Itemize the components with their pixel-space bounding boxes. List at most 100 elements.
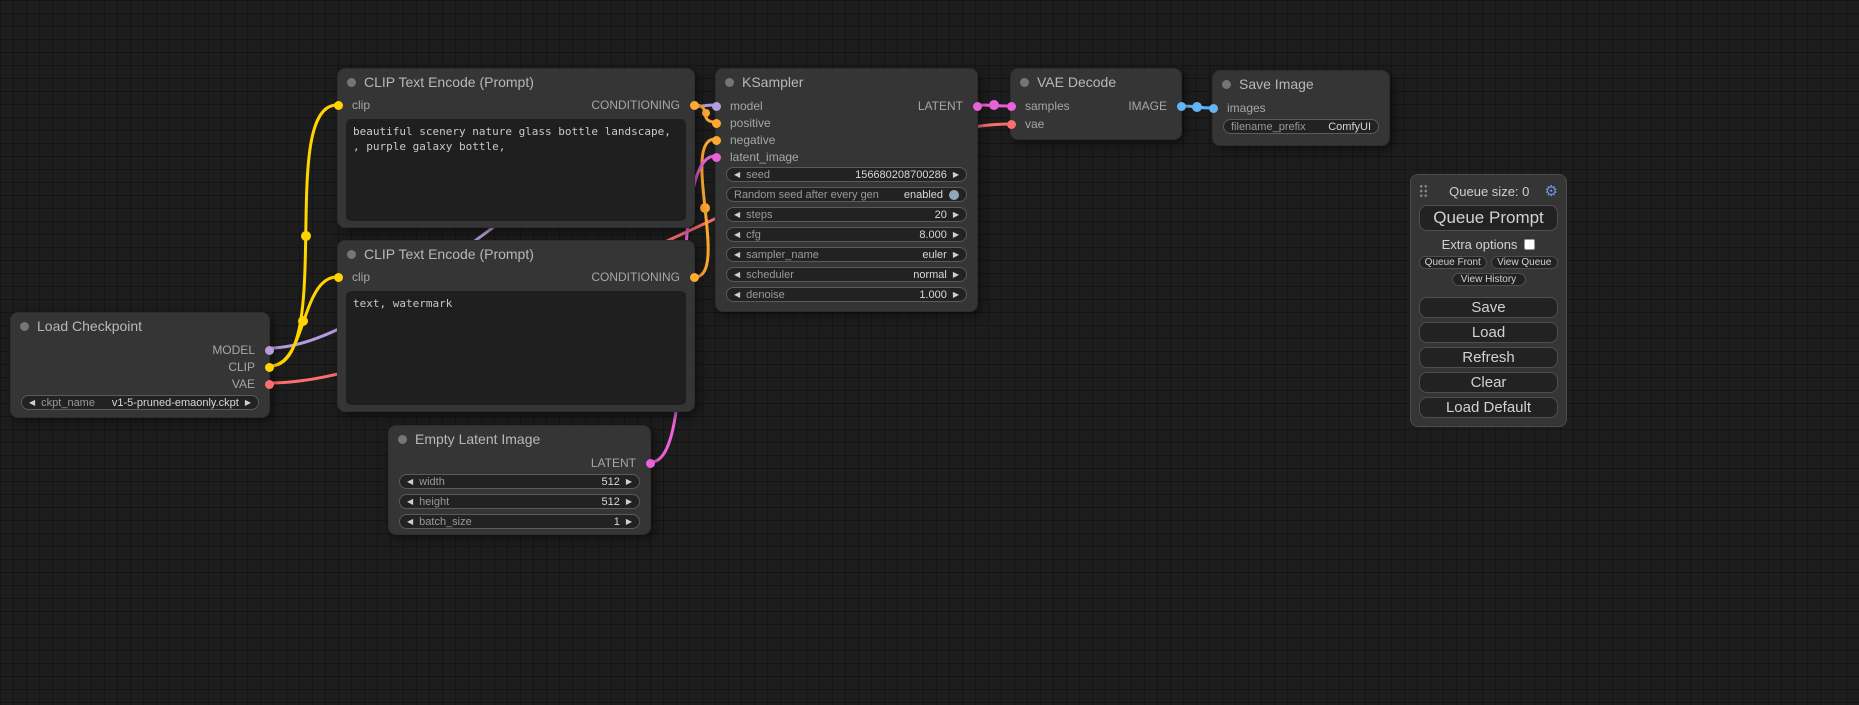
widget-value: 8.000 <box>919 229 947 241</box>
sampler-name-widget[interactable]: ◀ sampler_name euler ▶ <box>726 247 967 262</box>
save-button[interactable]: Save <box>1419 297 1558 318</box>
node-title-bar[interactable]: CLIP Text Encode (Prompt) <box>338 69 694 95</box>
view-history-button[interactable]: View History <box>1452 273 1526 286</box>
output-dot-latent[interactable] <box>646 459 655 468</box>
filename-prefix-widget[interactable]: filename_prefix ComfyUI <box>1223 119 1379 134</box>
slot-label: images <box>1213 101 1266 115</box>
input-dot-model[interactable] <box>712 102 721 111</box>
slot-label: LATENT <box>591 456 650 470</box>
widget-value: normal <box>913 269 947 281</box>
node-title-bar[interactable]: KSampler <box>716 69 977 95</box>
increment-arrow-icon[interactable]: ▶ <box>953 271 959 279</box>
seed-widget[interactable]: ◀ seed 156680208700286 ▶ <box>726 167 967 182</box>
collapse-dot-icon[interactable] <box>725 78 734 87</box>
collapse-dot-icon[interactable] <box>20 322 29 331</box>
extra-options-checkbox[interactable] <box>1524 239 1535 250</box>
input-dot-latent-image[interactable] <box>712 153 721 162</box>
drag-handle-icon[interactable] <box>1419 184 1429 198</box>
output-dot-clip[interactable] <box>265 363 274 372</box>
view-queue-button[interactable]: View Queue <box>1491 256 1559 269</box>
decrement-arrow-icon[interactable]: ◀ <box>29 399 35 407</box>
output-dot-vae[interactable] <box>265 380 274 389</box>
link-midpoint-dot <box>301 231 311 241</box>
decrement-arrow-icon[interactable]: ◀ <box>734 251 740 259</box>
cfg-widget[interactable]: ◀ cfg 8.000 ▶ <box>726 227 967 242</box>
input-dot-vae[interactable] <box>1007 120 1016 129</box>
random-seed-toggle-widget[interactable]: Random seed after every gen enabled <box>726 187 967 202</box>
node-title: CLIP Text Encode (Prompt) <box>364 74 534 90</box>
input-dot-clip[interactable] <box>334 101 343 110</box>
input-dot-positive[interactable] <box>712 119 721 128</box>
collapse-dot-icon[interactable] <box>1222 80 1231 89</box>
refresh-button[interactable]: Refresh <box>1419 347 1558 368</box>
increment-arrow-icon[interactable]: ▶ <box>626 518 632 526</box>
comfy-menu[interactable]: Queue size: 0 ⚙ Queue Prompt Extra optio… <box>1410 174 1567 427</box>
height-widget[interactable]: ◀ height 512 ▶ <box>399 494 640 509</box>
decrement-arrow-icon[interactable]: ◀ <box>734 271 740 279</box>
output-dot-image[interactable] <box>1177 102 1186 111</box>
queue-size-label: Queue size: 0 <box>1434 184 1545 199</box>
decrement-arrow-icon[interactable]: ◀ <box>734 291 740 299</box>
decrement-arrow-icon[interactable]: ◀ <box>734 231 740 239</box>
increment-arrow-icon[interactable]: ▶ <box>953 231 959 239</box>
prompt-textarea[interactable]: text, watermark <box>346 291 686 405</box>
node-empty-latent-image[interactable]: Empty Latent Image LATENT ◀ width 512 ▶ … <box>388 425 651 535</box>
increment-arrow-icon[interactable]: ▶ <box>245 399 251 407</box>
settings-gear-icon[interactable]: ⚙ <box>1545 184 1558 199</box>
queue-front-button[interactable]: Queue Front <box>1419 256 1487 269</box>
graph-canvas[interactable]: Load Checkpoint MODEL CLIP VAE ◀ ckpt_na… <box>0 0 1859 705</box>
ckpt-name-widget[interactable]: ◀ ckpt_name v1-5-pruned-emaonly.ckpt ▶ <box>21 395 259 410</box>
prompt-textarea[interactable]: beautiful scenery nature glass bottle la… <box>346 119 686 221</box>
queue-prompt-button[interactable]: Queue Prompt <box>1419 205 1558 231</box>
collapse-dot-icon[interactable] <box>347 250 356 259</box>
node-title-bar[interactable]: CLIP Text Encode (Prompt) <box>338 241 694 267</box>
node-ksampler[interactable]: KSampler model LATENT positive negative … <box>715 68 978 312</box>
increment-arrow-icon[interactable]: ▶ <box>626 478 632 486</box>
denoise-widget[interactable]: ◀ denoise 1.000 ▶ <box>726 287 967 302</box>
increment-arrow-icon[interactable]: ▶ <box>953 251 959 259</box>
node-clip-text-encode-negative[interactable]: CLIP Text Encode (Prompt) clip CONDITION… <box>337 240 695 412</box>
steps-widget[interactable]: ◀ steps 20 ▶ <box>726 207 967 222</box>
input-dot-clip[interactable] <box>334 273 343 282</box>
clear-button[interactable]: Clear <box>1419 372 1558 393</box>
output-dot-model[interactable] <box>265 346 274 355</box>
node-title-bar[interactable]: Load Checkpoint <box>11 313 269 339</box>
increment-arrow-icon[interactable]: ▶ <box>953 211 959 219</box>
collapse-dot-icon[interactable] <box>1020 78 1029 87</box>
node-vae-decode[interactable]: VAE Decode samples IMAGE vae <box>1010 68 1182 140</box>
output-dot-latent[interactable] <box>973 102 982 111</box>
decrement-arrow-icon[interactable]: ◀ <box>734 211 740 219</box>
decrement-arrow-icon[interactable]: ◀ <box>407 518 413 526</box>
increment-arrow-icon[interactable]: ▶ <box>626 498 632 506</box>
input-dot-samples[interactable] <box>1007 102 1016 111</box>
increment-arrow-icon[interactable]: ▶ <box>953 291 959 299</box>
load-button[interactable]: Load <box>1419 322 1558 343</box>
output-slot-clip: CLIP <box>11 358 269 376</box>
output-dot-conditioning[interactable] <box>690 101 699 110</box>
decrement-arrow-icon[interactable]: ◀ <box>407 478 413 486</box>
widget-value: ComfyUI <box>1328 121 1371 133</box>
widget-label: scheduler <box>746 269 794 281</box>
load-default-button[interactable]: Load Default <box>1419 397 1558 418</box>
slot-label: clip <box>338 98 370 112</box>
input-dot-images[interactable] <box>1209 104 1218 113</box>
decrement-arrow-icon[interactable]: ◀ <box>734 171 740 179</box>
input-dot-negative[interactable] <box>712 136 721 145</box>
node-title-bar[interactable]: Save Image <box>1213 71 1389 97</box>
node-title-bar[interactable]: VAE Decode <box>1011 69 1181 95</box>
node-title-bar[interactable]: Empty Latent Image <box>389 426 650 452</box>
collapse-dot-icon[interactable] <box>347 78 356 87</box>
width-widget[interactable]: ◀ width 512 ▶ <box>399 474 640 489</box>
scheduler-widget[interactable]: ◀ scheduler normal ▶ <box>726 267 967 282</box>
node-save-image[interactable]: Save Image images filename_prefix ComfyU… <box>1212 70 1390 146</box>
node-clip-text-encode-positive[interactable]: CLIP Text Encode (Prompt) clip CONDITION… <box>337 68 695 228</box>
collapse-dot-icon[interactable] <box>398 435 407 444</box>
increment-arrow-icon[interactable]: ▶ <box>953 171 959 179</box>
decrement-arrow-icon[interactable]: ◀ <box>407 498 413 506</box>
output-dot-conditioning[interactable] <box>690 273 699 282</box>
slot-label: latent_image <box>716 150 799 164</box>
slot-label: CLIP <box>228 360 269 374</box>
toggle-knob-icon[interactable] <box>949 190 959 200</box>
batch-size-widget[interactable]: ◀ batch_size 1 ▶ <box>399 514 640 529</box>
node-load-checkpoint[interactable]: Load Checkpoint MODEL CLIP VAE ◀ ckpt_na… <box>10 312 270 418</box>
